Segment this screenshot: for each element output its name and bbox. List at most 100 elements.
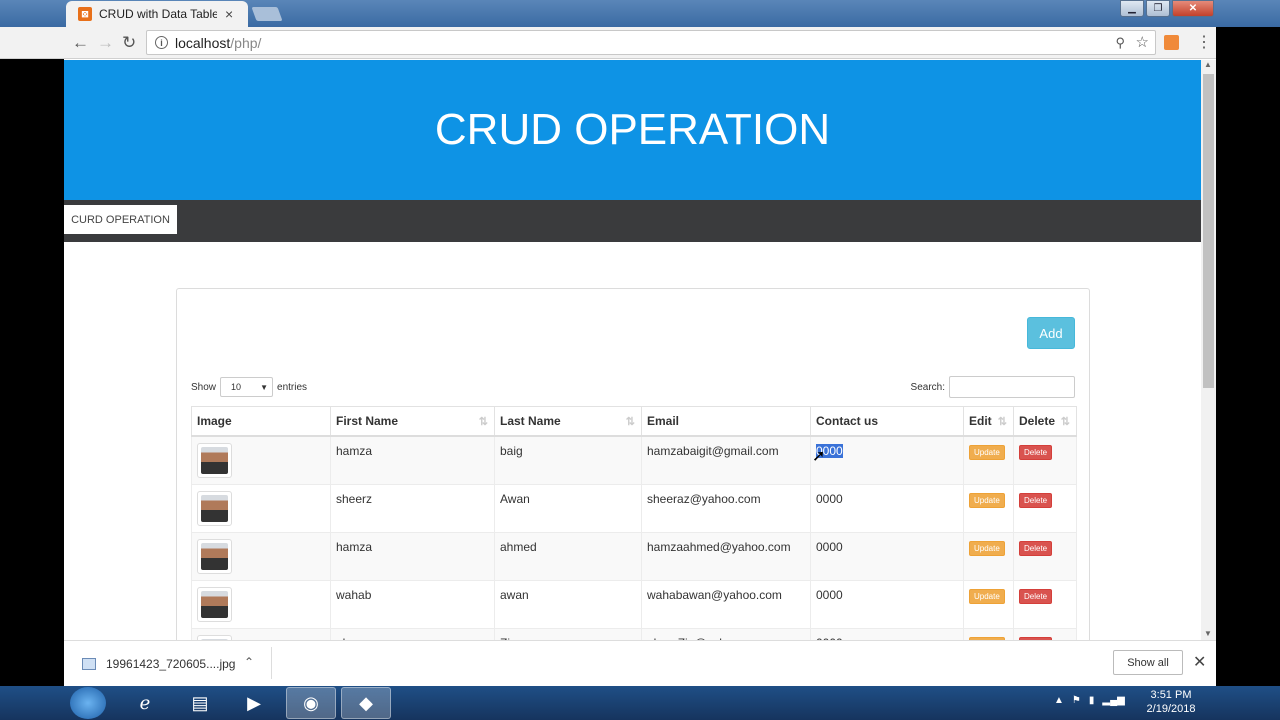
- contact-cell: 0000: [810, 435, 964, 485]
- sort-icon: ⇅: [997, 416, 1007, 428]
- add-button[interactable]: Add: [1027, 317, 1075, 349]
- extension-icon[interactable]: [1164, 35, 1179, 50]
- close-window-button[interactable]: ✕: [1172, 0, 1214, 17]
- sort-icon: ⇅: [625, 416, 635, 428]
- delete-cell: Delete: [1013, 579, 1077, 629]
- clock-date: 2/19/2018: [1146, 703, 1196, 715]
- search-control: Search:: [911, 376, 1075, 398]
- email-cell: abeerZia@yahoo.com: [641, 627, 811, 640]
- divider: [271, 647, 272, 679]
- forward-arrow-icon[interactable]: →: [97, 33, 114, 53]
- image-cell: [191, 579, 331, 629]
- contact-value: 0000: [816, 587, 843, 602]
- bookmark-star-icon[interactable]: ☆: [1136, 33, 1149, 51]
- nav-item-curd-operation[interactable]: CURD OPERATION: [64, 205, 177, 234]
- url-host: localhost: [175, 34, 231, 51]
- image-cell: [191, 483, 331, 533]
- web-page: CRUD OPERATION CURD OPERATION Add Show 1…: [64, 60, 1201, 640]
- delete-button[interactable]: Delete: [1019, 588, 1053, 604]
- browser-menu-icon[interactable]: ⋮: [1196, 32, 1212, 52]
- delete-button[interactable]: Delete: [1019, 444, 1053, 460]
- sort-icon: ⇅: [1060, 416, 1070, 428]
- scroll-down-icon[interactable]: ▼: [1204, 629, 1212, 638]
- browser-tab[interactable]: ⊠ CRUD with Data Tables a ×: [66, 1, 248, 27]
- zoom-icon[interactable]: ⚲: [1115, 35, 1125, 51]
- tab-close-icon[interactable]: ×: [225, 6, 233, 22]
- contact-cell: 0000: [810, 579, 964, 629]
- delete-cell: Delete: [1013, 531, 1077, 581]
- edit-cell: Update: [963, 483, 1014, 533]
- show-all-button[interactable]: Show all: [1113, 650, 1183, 675]
- update-button[interactable]: Update: [969, 444, 1005, 460]
- table-row: sheerz Awan sheeraz@yahoo.com 0000 Update Del…: [191, 483, 1077, 533]
- clock[interactable]: 3:51 PM 2/19/2018: [1140, 688, 1202, 716]
- scroll-up-icon[interactable]: ▲: [1204, 60, 1212, 69]
- tray-expand-icon[interactable]: ▲: [1054, 695, 1064, 706]
- update-button[interactable]: Update: [969, 492, 1005, 508]
- start-button[interactable]: [70, 687, 106, 719]
- table-row: hamza ahmed hamzaahmed@yahoo.com 0000 Update…: [191, 531, 1077, 581]
- sort-icon: ⇅: [478, 416, 488, 428]
- network-icon[interactable]: ▂▄▆: [1102, 695, 1124, 706]
- email-cell: hamzaahmed@yahoo.com: [641, 531, 811, 581]
- header-last-name-label: Last Name: [500, 413, 561, 428]
- back-arrow-icon[interactable]: ←: [72, 33, 89, 53]
- file-explorer-icon[interactable]: ▤: [175, 687, 225, 719]
- flag-icon[interactable]: ⚑: [1072, 695, 1081, 706]
- delete-button[interactable]: Delete: [1019, 492, 1053, 508]
- vertical-scrollbar[interactable]: ▲ ▼: [1201, 60, 1216, 640]
- delete-button[interactable]: Delete: [1019, 540, 1053, 556]
- contact-value: 0000: [816, 491, 843, 506]
- email-cell: wahabawan@yahoo.com: [641, 579, 811, 629]
- edit-cell: Update: [963, 435, 1014, 485]
- update-button[interactable]: Update: [969, 588, 1005, 604]
- header-last-name[interactable]: Last Name ⇅: [494, 406, 642, 437]
- image-file-icon: [82, 658, 96, 670]
- header-edit[interactable]: Edit ⇅: [963, 406, 1014, 437]
- header-first-name[interactable]: First Name ⇅: [330, 406, 495, 437]
- update-button[interactable]: Update: [969, 540, 1005, 556]
- header-email[interactable]: Email: [641, 406, 811, 437]
- screen: ⊠ CRUD with Data Tables a × ▁ ❐ ✕ ← → ↻ …: [0, 0, 1280, 720]
- power-icon[interactable]: ▮: [1089, 695, 1095, 706]
- reload-icon[interactable]: ↻: [122, 33, 136, 53]
- last-name-cell: Zia: [494, 627, 642, 640]
- edit-cell: Update: [963, 627, 1014, 640]
- download-item[interactable]: 19961423_720605....jpg: [82, 657, 235, 671]
- maximize-button[interactable]: ❐: [1146, 0, 1170, 17]
- search-input[interactable]: [949, 376, 1075, 398]
- chrome-icon[interactable]: ◉: [286, 687, 336, 719]
- data-table: Image First Name ⇅ Last Name ⇅ Email Conta…: [191, 406, 1077, 640]
- header-contact[interactable]: Contact us: [810, 406, 964, 437]
- table-body: hamza baig hamzabaigit@gmail.com 0000 Update…: [191, 435, 1077, 640]
- image-cell: [191, 531, 331, 581]
- email-cell: sheeraz@yahoo.com: [641, 483, 811, 533]
- minimize-button[interactable]: ▁: [1120, 0, 1144, 17]
- table-row: abeerZiaabeerZia@yahoo.com0000UpdateDele…: [191, 627, 1077, 640]
- info-icon[interactable]: i: [155, 36, 168, 49]
- first-name-cell: hamza: [330, 435, 495, 485]
- caret-down-icon: ▼: [260, 382, 269, 392]
- table-header-row: Image First Name ⇅ Last Name ⇅ Email Conta…: [191, 406, 1077, 437]
- hero-banner: CRUD OPERATION: [64, 60, 1201, 200]
- first-name-cell: wahab: [330, 579, 495, 629]
- email-cell: hamzabaigit@gmail.com: [641, 435, 811, 485]
- avatar: [197, 586, 232, 622]
- address-bar[interactable]: i localhost /php/ ⚲ ☆: [146, 30, 1156, 55]
- contact-value: 0000: [816, 539, 843, 554]
- chevron-up-icon[interactable]: ⌃: [244, 655, 254, 669]
- last-name-cell: Awan: [494, 483, 642, 533]
- media-player-icon[interactable]: ▶: [229, 687, 279, 719]
- screen-recorder-icon[interactable]: ◆: [341, 687, 391, 719]
- first-name-cell: hamza: [330, 531, 495, 581]
- right-black-border: [1216, 27, 1280, 687]
- scrollbar-thumb[interactable]: [1203, 74, 1214, 388]
- internet-explorer-icon[interactable]: ℯ: [120, 687, 170, 719]
- xampp-favicon-icon: ⊠: [78, 7, 92, 21]
- avatar: [197, 442, 232, 478]
- new-tab-button[interactable]: [251, 7, 283, 21]
- header-delete[interactable]: Delete ⇅: [1013, 406, 1077, 437]
- close-icon[interactable]: ✕: [1193, 652, 1206, 672]
- browser-titlebar: ⊠ CRUD with Data Tables a × ▁ ❐ ✕: [0, 0, 1280, 27]
- entries-select[interactable]: 10 ▼: [220, 377, 274, 397]
